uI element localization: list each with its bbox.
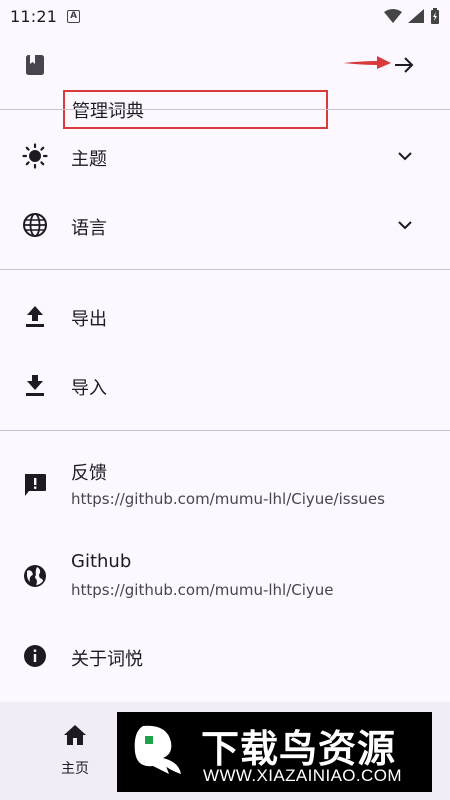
watermark-overlay: 下载鸟资源 WWW.XIAZAINIAO.COM	[117, 712, 432, 792]
chevron-down-icon[interactable]	[396, 216, 414, 234]
about-label: 关于词悦	[71, 649, 143, 670]
signal-icon	[408, 9, 424, 23]
brightness-icon	[20, 141, 50, 171]
book-icon	[20, 50, 50, 80]
chevron-down-icon[interactable]	[396, 147, 414, 165]
export-label: 导出	[71, 309, 107, 330]
notification-a-icon: A	[67, 9, 81, 23]
settings-item-theme[interactable]: 主题	[0, 126, 450, 186]
nav-item-home[interactable]: 主页	[40, 724, 110, 778]
about-item-about[interactable]: 关于词悦	[0, 626, 450, 686]
wifi-icon	[384, 9, 402, 23]
download-icon	[20, 370, 50, 400]
divider-3	[0, 430, 450, 431]
status-right	[384, 8, 440, 24]
battery-icon	[431, 8, 439, 24]
language-label: 语言	[71, 218, 107, 239]
import-label: 导入	[71, 378, 107, 399]
arrow-forward-icon[interactable]	[393, 54, 415, 76]
action-item-export[interactable]: 导出	[0, 286, 450, 346]
feedback-icon	[20, 470, 50, 500]
feedback-label: 反馈	[71, 463, 107, 484]
home-icon	[64, 725, 86, 745]
annotation-red-arrow-icon	[343, 56, 391, 69]
globe-icon	[20, 210, 50, 240]
watermark-title: 下载鸟资源	[201, 727, 397, 771]
about-item-feedback[interactable]: 反馈 https://github.com/mumu-lhl/Ciyue/iss…	[0, 452, 450, 518]
theme-label: 主题	[71, 149, 107, 170]
feedback-url[interactable]: https://github.com/mumu-lhl/Ciyue/issues	[71, 490, 385, 508]
github-label: Github	[71, 551, 132, 572]
action-item-import[interactable]: 导入	[0, 355, 450, 415]
manage-dictionary-row[interactable]: 管理词典	[0, 45, 450, 129]
divider-2	[0, 269, 450, 270]
status-time: 11:21	[10, 6, 58, 26]
upload-icon	[20, 301, 50, 331]
info-icon	[20, 641, 50, 671]
about-item-github[interactable]: Github https://github.com/mumu-lhl/Ciyue	[0, 543, 450, 609]
github-url[interactable]: https://github.com/mumu-lhl/Ciyue	[71, 581, 334, 599]
nav-home-label: 主页	[61, 761, 89, 777]
divider-1	[0, 109, 450, 110]
public-globe-icon	[20, 561, 50, 591]
watermark-url: WWW.XIAZAINIAO.COM	[203, 766, 402, 785]
bird-logo-icon	[134, 725, 181, 774]
settings-item-language[interactable]: 语言	[0, 195, 450, 255]
status-bar: 11:21 A	[0, 0, 450, 32]
